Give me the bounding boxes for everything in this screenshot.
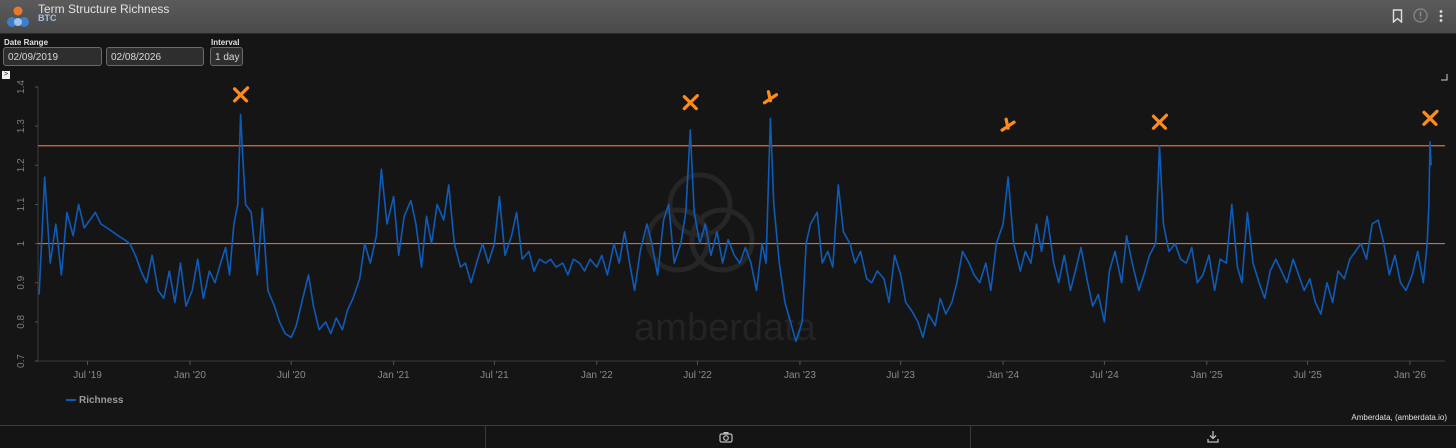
y-tick-label: 0.7 [16,354,27,368]
annotation-mark [762,90,779,105]
download-icon[interactable] [1207,430,1219,443]
x-tick-label: Jul '22 [683,370,712,381]
footer-divider [970,426,971,448]
annotation-mark [682,94,699,111]
x-tick-label: Jan '26 [1394,370,1426,381]
y-tick-label: 1 [16,240,27,246]
x-tick-label: Jan '21 [378,370,410,381]
x-tick-label: Jul '21 [480,370,509,381]
y-tick-label: 1.3 [16,119,27,133]
x-tick-label: Jul '24 [1090,370,1119,381]
legend-label-richness: Richness [79,395,124,406]
x-tick-label: Jul '23 [886,370,915,381]
x-tick-label: Jan '25 [1191,370,1223,381]
x-tick-label: Jul '19 [73,370,102,381]
x-tick-label: Jan '23 [784,370,816,381]
annotation-mark [1000,117,1016,132]
y-tick-label: 1.2 [16,158,27,172]
y-tick-label: 1.1 [16,197,27,211]
camera-icon[interactable] [719,431,733,443]
legend-swatch-richness [66,399,76,402]
x-tick-label: Jan '22 [581,370,613,381]
footer-toolbar [0,425,1456,448]
svg-text:amberdata: amberdata [634,307,817,349]
annotation-mark [232,86,250,103]
footer-divider [485,426,486,448]
x-tick-label: Jan '24 [987,370,1019,381]
source-credit: Amberdata, (amberdata.io) [1351,413,1447,422]
chart-legend[interactable]: Richness [66,395,123,406]
annotation-mark [1422,109,1439,126]
annotation-mark [1151,113,1169,130]
amberdata-watermark: amberdata [634,172,817,349]
x-tick-label: Jul '20 [277,370,306,381]
richness-chart: amberdata 0.7 0.8 0.9 1 1.1 1.2 1.3 1.4 Jul '19… [16,80,1445,381]
x-tick-label: Jan '20 [174,370,206,381]
x-tick-label: Jul '25 [1293,370,1322,381]
y-tick-label: 1.4 [16,80,27,94]
y-tick-label: 0.9 [16,275,27,289]
y-tick-label: 0.8 [16,314,27,328]
